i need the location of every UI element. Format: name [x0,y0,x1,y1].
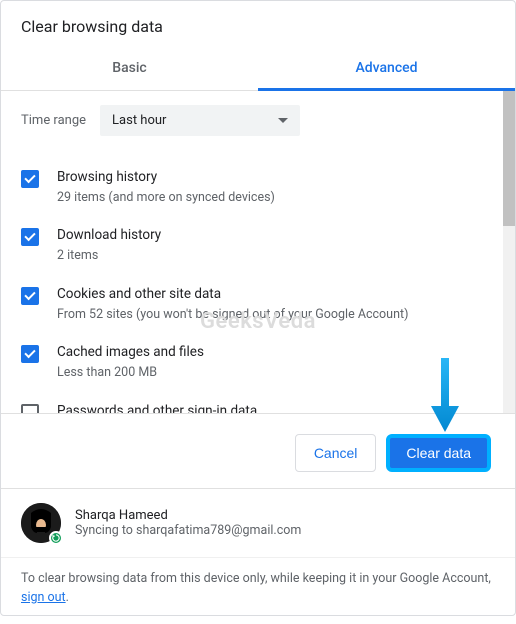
option-row: Cookies and other site data From 52 sites… [21,275,495,333]
tab-advanced[interactable]: Advanced [258,48,515,91]
option-subtext: From 52 sites (you won't be signed out o… [57,306,495,324]
checkbox[interactable] [21,404,39,413]
check-icon [24,289,35,300]
avatar [21,503,61,543]
time-range-label: Time range [21,113,86,128]
check-icon [24,230,35,241]
checkbox[interactable] [21,228,39,246]
footer-text-before: To clear browsing data from this device … [21,571,491,586]
account-name: Sharqa Hameed [75,508,301,523]
option-subtext: 2 items [57,247,495,265]
option-subtext: Less than 200 MB [57,364,495,382]
account-status: Syncing to sharqafatima789@gmail.com [75,523,301,538]
footer-text-after: . [66,590,69,605]
cancel-button[interactable]: Cancel [295,434,377,472]
tabs: Basic Advanced [1,48,515,91]
account-section: Sharqa Hameed Syncing to sharqafatima789… [1,488,515,557]
option-title: Passwords and other sign-in data [57,402,495,413]
option-title: Browsing history [57,168,495,187]
tab-basic[interactable]: Basic [1,48,258,90]
option-row: Cached images and files Less than 200 MB [21,333,495,391]
dialog-title: Clear browsing data [1,1,515,48]
chevron-down-icon [278,118,288,123]
option-row: Download history 2 items [21,216,495,274]
time-range-select[interactable]: Last hour [100,105,300,136]
content-scroll: GeeksVeda Time range Last hour Browsing … [1,91,515,413]
checkbox[interactable] [21,345,39,363]
checkbox[interactable] [21,170,39,188]
option-title: Cookies and other site data [57,285,495,304]
option-title: Cached images and files [57,343,495,362]
scrollbar-track[interactable] [503,91,515,413]
option-text: Cookies and other site data From 52 sites… [57,285,495,323]
option-title: Download history [57,226,495,245]
option-text: Cached images and files Less than 200 MB [57,343,495,381]
option-row: Passwords and other sign-in dataNone [21,392,495,413]
option-text: Passwords and other sign-in dataNone [57,402,495,413]
footer-buttons: Cancel Clear data [1,413,515,488]
sign-out-link[interactable]: sign out [21,590,66,605]
check-icon [24,347,35,358]
option-subtext: 29 items (and more on synced devices) [57,189,495,207]
time-range-value: Last hour [112,113,166,128]
checkbox[interactable] [21,287,39,305]
option-row: Browsing history 29 items (and more on sy… [21,158,495,216]
clear-data-button[interactable]: Clear data [386,434,491,472]
scrollbar-thumb[interactable] [503,91,515,226]
sync-badge-icon [49,531,63,545]
option-text: Download history 2 items [57,226,495,264]
footer-note: To clear browsing data from this device … [1,557,515,624]
check-icon [24,172,35,183]
option-text: Browsing history 29 items (and more on sy… [57,168,495,206]
